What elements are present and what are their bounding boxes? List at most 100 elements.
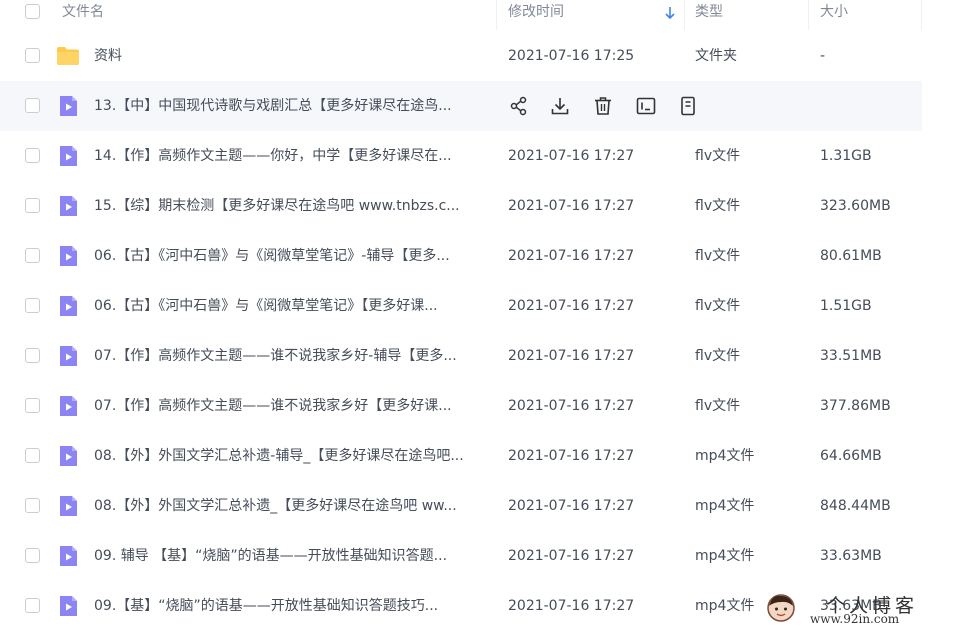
file-time: 2021-07-16 17:27 [508, 298, 635, 314]
file-row[interactable]: 15.【综】期末检测【更多好课尽在途鸟吧 www.tnbzs.c... 2021… [0, 181, 922, 231]
file-size: 1.31GB [820, 148, 872, 164]
file-time: 2021-07-16 17:27 [508, 398, 635, 414]
file-type: mp4文件 [695, 498, 755, 514]
watermark: 个人博客 www.92in.com [766, 585, 957, 630]
video-file-icon [60, 196, 77, 216]
video-file-icon [60, 446, 77, 466]
header-divider[interactable] [496, 0, 497, 30]
row-checkbox[interactable] [25, 498, 40, 513]
file-size: 33.51MB [820, 348, 882, 364]
file-name[interactable]: 07.【作】高频作文主题——谁不说我家乡好【更多好课... [94, 381, 484, 431]
file-type: mp4文件 [695, 548, 755, 564]
file-type: mp4文件 [695, 598, 755, 614]
row-checkbox[interactable] [25, 398, 40, 413]
row-checkbox[interactable] [25, 548, 40, 563]
file-time: 2021-07-16 17:27 [508, 548, 635, 564]
file-list-page: 文件名 修改时间 类型 大小 资料 2021-07-16 17:25 文件夹 - [0, 0, 957, 630]
file-row[interactable]: 08.【外】外国文学汇总补遗-辅导_【更多好课尽在途鸟吧... 2021-07-… [0, 431, 922, 481]
row-checkbox[interactable] [25, 48, 40, 63]
file-row[interactable]: 08.【外】外国文学汇总补遗_【更多好课尽在途鸟吧 ww... 2021-07-… [0, 481, 922, 531]
share-icon[interactable] [508, 95, 530, 117]
folder-icon [57, 47, 79, 65]
file-time: 2021-07-16 17:27 [508, 448, 635, 464]
file-size: 377.86MB [820, 398, 891, 414]
file-time: 2021-07-16 17:27 [508, 598, 635, 614]
file-time: 2021-07-16 17:27 [508, 148, 635, 164]
file-name[interactable]: 09. 辅导 【基】“烧脑”的语基——开放性基础知识答题... [94, 531, 484, 581]
select-all-checkbox[interactable] [25, 4, 40, 19]
video-file-icon [60, 596, 77, 616]
video-file-icon [60, 96, 77, 116]
row-checkbox[interactable] [25, 298, 40, 313]
copy-icon[interactable] [677, 95, 699, 117]
file-row[interactable]: 14.【作】高频作文主题——你好，中学【更多好课尽在... 2021-07-16… [0, 131, 922, 181]
file-time: 2021-07-16 17:27 [508, 198, 635, 214]
row-checkbox[interactable] [25, 598, 40, 613]
header-type[interactable]: 类型 [695, 0, 723, 28]
file-name[interactable]: 07.【作】高频作文主题——谁不说我家乡好-辅导【更多... [94, 331, 484, 381]
header-modified[interactable]: 修改时间 [508, 0, 564, 28]
file-row[interactable]: 资料 2021-07-16 17:25 文件夹 - [0, 31, 922, 81]
file-size: 1.51GB [820, 298, 872, 314]
video-file-icon [60, 546, 77, 566]
file-rows: 资料 2021-07-16 17:25 文件夹 - 13.【中】中国现代诗歌与戏… [0, 31, 922, 630]
file-name[interactable]: 08.【外】外国文学汇总补遗-辅导_【更多好课尽在途鸟吧... [94, 431, 484, 481]
header-name[interactable]: 文件名 [62, 0, 104, 28]
file-type: mp4文件 [695, 448, 755, 464]
file-type: 文件夹 [695, 48, 737, 64]
video-file-icon [60, 346, 77, 366]
file-row[interactable]: 06.【古】《河中石兽》与《阅微草堂笔记》【更多好课... 2021-07-16… [0, 281, 922, 331]
file-type: flv文件 [695, 348, 741, 364]
file-name[interactable]: 06.【古】《河中石兽》与《阅微草堂笔记》-辅导【更多... [94, 231, 484, 281]
file-time: 2021-07-16 17:25 [508, 48, 635, 64]
avatar-logo-icon [767, 594, 795, 622]
file-name[interactable]: 14.【作】高频作文主题——你好，中学【更多好课尽在... [94, 131, 484, 181]
row-checkbox[interactable] [25, 98, 40, 113]
file-type: flv文件 [695, 298, 741, 314]
header-divider[interactable] [808, 0, 809, 30]
file-time: 2021-07-16 17:27 [508, 348, 635, 364]
row-checkbox[interactable] [25, 248, 40, 263]
row-checkbox[interactable] [25, 448, 40, 463]
file-name[interactable]: 08.【外】外国文学汇总补遗_【更多好课尽在途鸟吧 ww... [94, 481, 484, 531]
rename-icon[interactable] [635, 95, 657, 117]
file-name[interactable]: 06.【古】《河中石兽》与《阅微草堂笔记》【更多好课... [94, 281, 484, 331]
file-row[interactable]: 06.【古】《河中石兽》与《阅微草堂笔记》-辅导【更多... 2021-07-1… [0, 231, 922, 281]
list-header: 文件名 修改时间 类型 大小 [0, 0, 922, 30]
file-type: flv文件 [695, 398, 741, 414]
file-type: flv文件 [695, 248, 741, 264]
file-time: 2021-07-16 17:27 [508, 248, 635, 264]
row-checkbox[interactable] [25, 348, 40, 363]
file-size: 33.63MB [820, 548, 882, 564]
video-file-icon [60, 396, 77, 416]
video-file-icon [60, 296, 77, 316]
file-name[interactable]: 09.【基】“烧脑”的语基——开放性基础知识答题技巧... [94, 581, 484, 630]
trash-icon[interactable] [592, 95, 614, 117]
file-row[interactable]: 07.【作】高频作文主题——谁不说我家乡好【更多好课... 2021-07-16… [0, 381, 922, 431]
sort-desc-arrow-icon[interactable] [664, 6, 676, 20]
file-row[interactable]: 09. 辅导 【基】“烧脑”的语基——开放性基础知识答题... 2021-07-… [0, 531, 922, 581]
watermark-url: www.92in.com [810, 612, 900, 626]
header-divider[interactable] [684, 0, 685, 30]
file-row[interactable]: 07.【作】高频作文主题——谁不说我家乡好-辅导【更多... 2021-07-1… [0, 331, 922, 381]
header-size[interactable]: 大小 [820, 0, 848, 28]
file-type: flv文件 [695, 198, 741, 214]
file-size: - [820, 48, 826, 64]
file-size: 64.66MB [820, 448, 882, 464]
video-file-icon [60, 146, 77, 166]
header-divider[interactable] [921, 0, 922, 30]
video-file-icon [60, 246, 77, 266]
file-size: 80.61MB [820, 248, 882, 264]
row-checkbox[interactable] [25, 148, 40, 163]
file-type: flv文件 [695, 148, 741, 164]
file-name[interactable]: 资料 [94, 31, 484, 81]
download-icon[interactable] [549, 95, 571, 117]
file-row[interactable]: 13.【中】中国现代诗歌与戏剧汇总【更多好课尽在途鸟... [0, 81, 922, 131]
file-size: 323.60MB [820, 198, 891, 214]
video-file-icon [60, 496, 77, 516]
file-size: 848.44MB [820, 498, 891, 514]
row-checkbox[interactable] [25, 198, 40, 213]
file-name[interactable]: 15.【综】期末检测【更多好课尽在途鸟吧 www.tnbzs.c... [94, 181, 484, 231]
file-name[interactable]: 13.【中】中国现代诗歌与戏剧汇总【更多好课尽在途鸟... [94, 81, 484, 131]
file-time: 2021-07-16 17:27 [508, 498, 635, 514]
